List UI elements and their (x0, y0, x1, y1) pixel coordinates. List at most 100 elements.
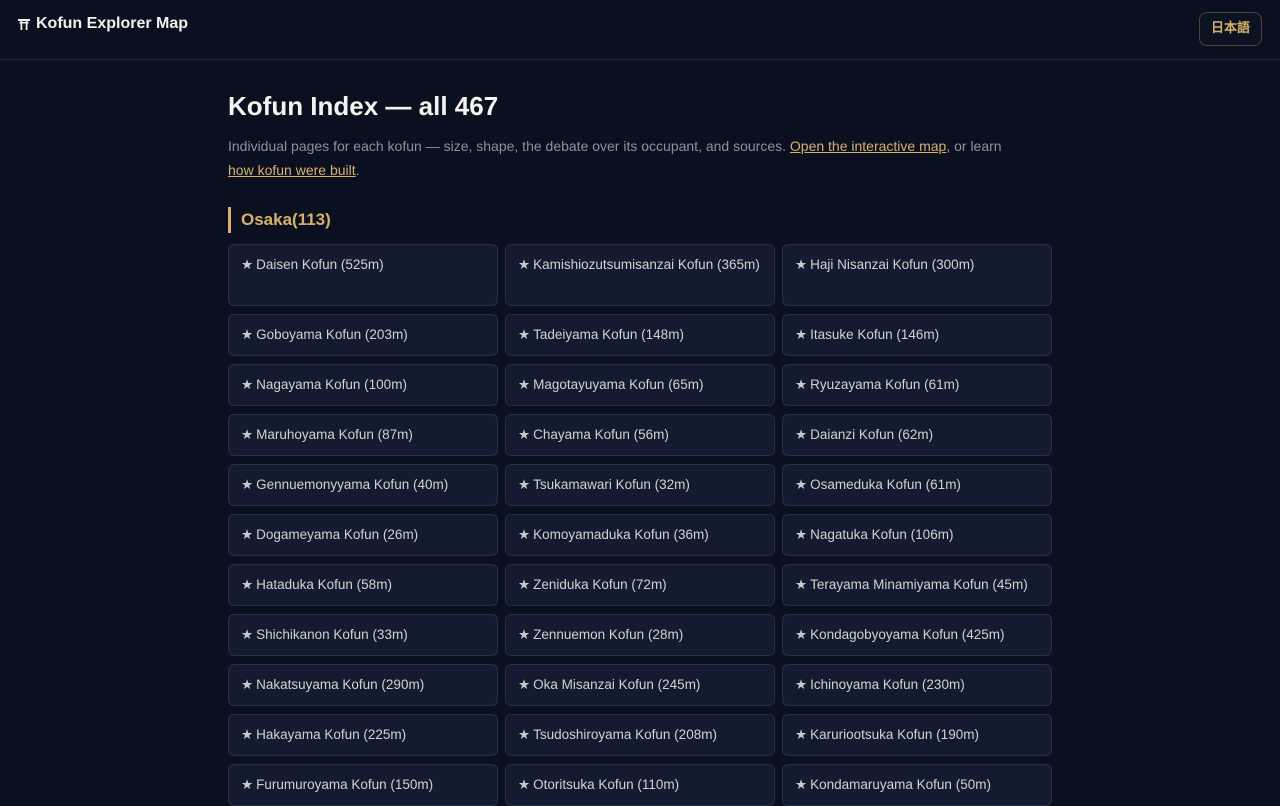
star-icon: ★ (241, 377, 254, 392)
kofun-card[interactable]: ★ Oka Misanzai Kofun (245m) (505, 664, 775, 706)
kofun-card[interactable]: ★ Osameduka Kofun (61m) (782, 464, 1052, 506)
star-icon: ★ (241, 627, 254, 642)
kofun-card[interactable]: ★ Nagatuka Kofun (106m) (782, 514, 1052, 556)
star-icon: ★ (795, 327, 808, 342)
kofun-card[interactable]: ★ Nagayama Kofun (100m) (228, 364, 498, 406)
star-icon: ★ (241, 527, 254, 542)
kofun-card[interactable]: ★ Zeniduka Kofun (72m) (505, 564, 775, 606)
kofun-card[interactable]: ★ Zennuemon Kofun (28m) (505, 614, 775, 656)
star-icon: ★ (795, 377, 808, 392)
kofun-card[interactable]: ★ Komoyamaduka Kofun (36m) (505, 514, 775, 556)
kofun-card[interactable]: ★ Kondagobyoyama Kofun (425m) (782, 614, 1052, 656)
star-icon: ★ (795, 477, 808, 492)
star-icon: ★ (795, 627, 808, 642)
intro-text: Individual pages for each kofun — size, … (228, 138, 790, 154)
kofun-card-label: Otoritsuka Kofun (110m) (533, 777, 680, 792)
kofun-card[interactable]: ★ Daianzi Kofun (62m) (782, 414, 1052, 456)
star-icon: ★ (518, 577, 531, 592)
kofun-card[interactable]: ★ Itasuke Kofun (146m) (782, 314, 1052, 356)
kofun-card[interactable]: ★ Tsudoshiroyama Kofun (208m) (505, 714, 775, 756)
kofun-card-label: Itasuke Kofun (146m) (810, 327, 940, 342)
kofun-card-label: Nakatsuyama Kofun (290m) (256, 677, 425, 692)
kofun-card-label: Tsukamawari Kofun (32m) (533, 477, 690, 492)
kofun-card-label: Magotayuyama Kofun (65m) (533, 377, 704, 392)
brand-link[interactable]: Kofun Explorer Map (18, 15, 188, 33)
star-icon: ★ (241, 257, 254, 272)
kofun-card-label: Nagayama Kofun (100m) (256, 377, 407, 392)
kofun-card-label: Daianzi Kofun (62m) (810, 427, 934, 442)
kofun-card[interactable]: ★ Magotayuyama Kofun (65m) (505, 364, 775, 406)
page-title: Kofun Index — all 467 (228, 91, 499, 121)
kofun-card[interactable]: ★ Shichikanon Kofun (33m) (228, 614, 498, 656)
kofun-card[interactable]: ★ Daisen Kofun (525m) (228, 244, 498, 306)
kofun-card[interactable]: ★ Ryuzayama Kofun (61m) (782, 364, 1052, 406)
kofun-card[interactable]: ★ Dogameyama Kofun (26m) (228, 514, 498, 556)
star-icon: ★ (241, 427, 254, 442)
star-icon: ★ (518, 477, 531, 492)
open-map-link[interactable]: Open the interactive map (790, 138, 946, 154)
kofun-card[interactable]: ★ Haji Nisanzai Kofun (300m) (782, 244, 1052, 306)
star-icon: ★ (241, 677, 254, 692)
kofun-card-label: Ryuzayama Kofun (61m) (810, 377, 960, 392)
kofun-card[interactable]: ★ Kamishiozutsumisanzai Kofun (365m) (505, 244, 775, 306)
kofun-card[interactable]: ★ Tsukamawari Kofun (32m) (505, 464, 775, 506)
kofun-card[interactable]: ★ Chayama Kofun (56m) (505, 414, 775, 456)
kofun-grid: ★ Daisen Kofun (525m) ★ Kamishiozutsumisanz… (228, 244, 1052, 806)
star-icon: ★ (795, 677, 808, 692)
kofun-card-label: Nagatuka Kofun (106m) (810, 527, 954, 542)
star-icon: ★ (795, 527, 808, 542)
kofun-card-label: Shichikanon Kofun (33m) (256, 627, 408, 642)
kofun-card-label: Terayama Minamiyama Kofun (45m) (810, 577, 1028, 592)
kofun-card-label: Gennuemonyyama Kofun (40m) (256, 477, 449, 492)
kofun-card-label: Zennuemon Kofun (28m) (533, 627, 684, 642)
brand-title: Kofun Explorer Map (36, 15, 189, 32)
star-icon: ★ (241, 577, 254, 592)
kofun-card[interactable]: ★ Ichinoyama Kofun (230m) (782, 664, 1052, 706)
star-icon: ★ (795, 777, 808, 792)
kofun-card[interactable]: ★ Gennuemonyyama Kofun (40m) (228, 464, 498, 506)
kofun-card-label: Oka Misanzai Kofun (245m) (533, 677, 701, 692)
star-icon: ★ (518, 527, 531, 542)
how-built-link[interactable]: how kofun were built (228, 162, 356, 178)
kofun-card-label: Tsudoshiroyama Kofun (208m) (533, 727, 717, 742)
kofun-card-label: Karuriootsuka Kofun (190m) (810, 727, 979, 742)
kofun-card-label: Komoyamaduka Kofun (36m) (533, 527, 709, 542)
kofun-card[interactable]: ★ Maruhoyama Kofun (87m) (228, 414, 498, 456)
star-icon: ★ (518, 677, 531, 692)
kofun-card-label: Furumuroyama Kofun (150m) (256, 777, 434, 792)
star-icon: ★ (795, 727, 808, 742)
kofun-card-label: Ichinoyama Kofun (230m) (810, 677, 965, 692)
kofun-card[interactable]: ★ Goboyama Kofun (203m) (228, 314, 498, 356)
kofun-card-label: Dogameyama Kofun (26m) (256, 527, 419, 542)
top-bar: Kofun Explorer Map 日本語 (0, 0, 1280, 60)
star-icon: ★ (795, 577, 808, 592)
torii-icon (18, 19, 30, 30)
star-icon: ★ (241, 727, 254, 742)
intro-mid-text: , or learn (946, 138, 1002, 154)
kofun-card[interactable]: ★ Tadeiyama Kofun (148m) (505, 314, 775, 356)
kofun-card[interactable]: ★ Karuriootsuka Kofun (190m) (782, 714, 1052, 756)
star-icon: ★ (241, 777, 254, 792)
star-icon: ★ (795, 257, 808, 272)
kofun-card-label: Hataduka Kofun (58m) (256, 577, 392, 592)
star-icon: ★ (241, 477, 254, 492)
star-icon: ★ (518, 327, 531, 342)
kofun-card-label: Kondamaruyama Kofun (50m) (810, 777, 991, 792)
kofun-card-label: Haji Nisanzai Kofun (300m) (810, 257, 975, 272)
language-toggle-button[interactable]: 日本語 (1198, 12, 1262, 46)
kofun-card-label: Zeniduka Kofun (72m) (533, 577, 667, 592)
kofun-card-label: Kamishiozutsumisanzai Kofun (365m) (533, 257, 760, 272)
kofun-card[interactable]: ★ Hataduka Kofun (58m) (228, 564, 498, 606)
kofun-card-label: Chayama Kofun (56m) (533, 427, 669, 442)
star-icon: ★ (518, 257, 531, 272)
kofun-card[interactable]: ★ Nakatsuyama Kofun (290m) (228, 664, 498, 706)
kofun-card-label: Maruhoyama Kofun (87m) (256, 427, 413, 442)
kofun-card[interactable]: ★ Terayama Minamiyama Kofun (45m) (782, 564, 1052, 606)
intro-paragraph: Individual pages for each kofun — size, … (228, 134, 1052, 182)
kofun-card[interactable]: ★ Hakayama Kofun (225m) (228, 714, 498, 756)
intro-end-text: . (355, 162, 360, 178)
star-icon: ★ (518, 427, 531, 442)
star-icon: ★ (518, 377, 531, 392)
region-heading: Osaka(113) (228, 207, 331, 233)
star-icon: ★ (241, 327, 254, 342)
